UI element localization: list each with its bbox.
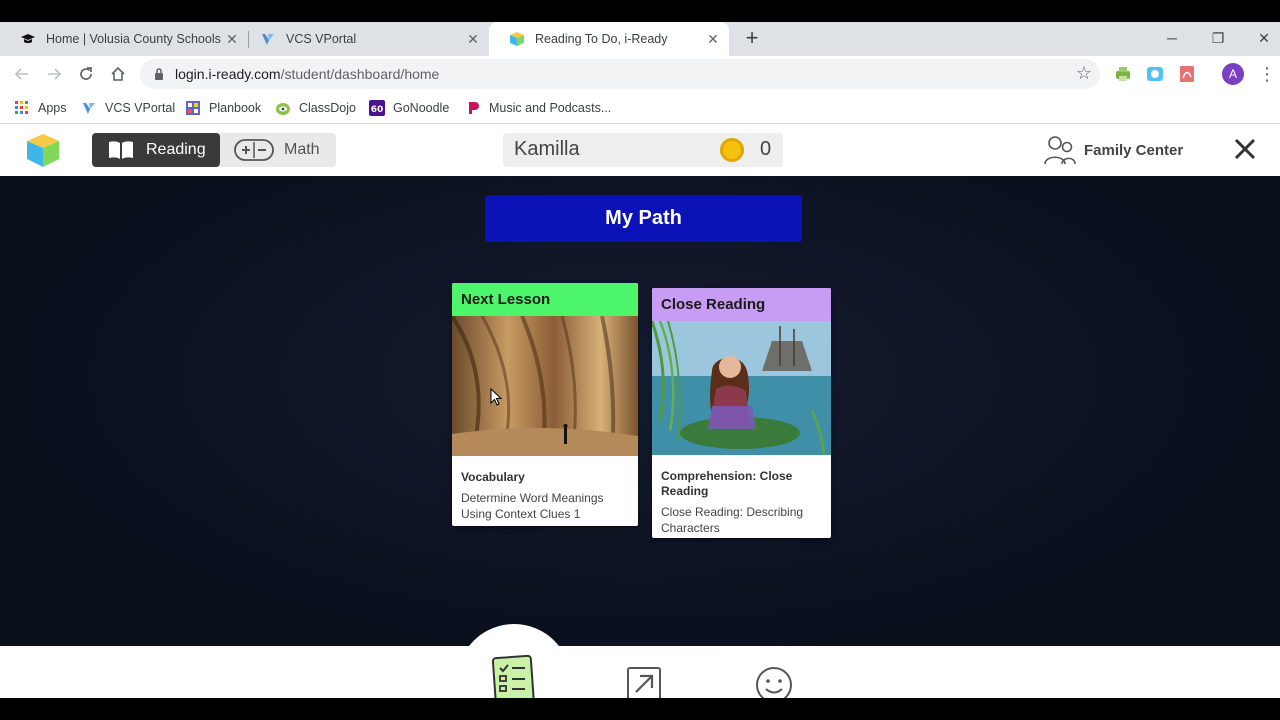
bookmarks-bar: Apps VCS VPortal Planbook ClassDojo 60 G… — [0, 92, 1280, 124]
math-tab[interactable]: Math — [234, 133, 320, 167]
graduation-cap-icon — [20, 31, 36, 47]
letterbox-bottom — [0, 698, 1280, 720]
tab-title: VCS VPortal — [286, 32, 357, 46]
bookmark-label: ClassDojo — [299, 101, 356, 115]
close-window-button[interactable]: ✕ — [1241, 24, 1280, 52]
coin-icon — [720, 138, 744, 162]
math-label: Math — [284, 141, 320, 158]
svg-text:60: 60 — [371, 105, 384, 115]
tab-volusia[interactable]: Home | Volusia County Schools ✕ — [0, 22, 248, 56]
iready-header: Reading Math Kamilla 0 Family Center — [0, 124, 1280, 176]
card-header: Close Reading — [652, 288, 831, 321]
gonoodle-icon: 60 — [369, 100, 385, 116]
next-lesson-card[interactable]: Next Lesson Vocabulary Determine Word Me… — [452, 283, 638, 526]
subject-toggle: Reading Math — [92, 133, 336, 167]
tab-title: Home | Volusia County Schools — [46, 32, 221, 46]
plus-minus-icon — [234, 139, 274, 161]
address-bar[interactable]: login.i-ready.com/student/dashboard/home… — [140, 59, 1100, 89]
mouse-cursor-icon — [490, 388, 502, 406]
back-button[interactable] — [10, 62, 34, 86]
iready-logo-icon[interactable] — [26, 132, 60, 168]
chrome-menu-icon[interactable]: ⋮ — [1258, 64, 1276, 84]
lesson-type: Vocabulary — [461, 470, 525, 484]
browser-tab-bar: Home | Volusia County Schools ✕ VCS VPor… — [0, 22, 1280, 56]
close-tab-icon[interactable]: ✕ — [224, 31, 240, 47]
bookmark-classdojo[interactable]: ClassDojo — [275, 98, 356, 118]
close-tab-icon[interactable]: ✕ — [465, 31, 481, 47]
extension-printer-icon[interactable] — [1113, 64, 1133, 84]
girl-reading-image — [652, 320, 831, 456]
letterbox-top — [0, 0, 1280, 22]
url-text: login.i-ready.com/student/dashboard/home — [175, 66, 439, 82]
extension-screencast-icon[interactable] — [1145, 64, 1165, 84]
student-info: Kamilla 0 — [503, 133, 783, 167]
family-center-button[interactable]: Family Center — [1044, 133, 1183, 167]
iready-cube-icon — [509, 31, 525, 47]
new-tab-button[interactable]: + — [740, 27, 764, 51]
coin-count: 0 — [760, 138, 772, 160]
lock-icon — [155, 68, 163, 80]
family-center-label: Family Center — [1084, 141, 1184, 159]
bookmark-music-podcasts[interactable]: Music and Podcasts... — [465, 98, 611, 118]
bookmark-label: GoNoodle — [393, 101, 450, 115]
bookmark-star-icon[interactable]: ☆ — [1076, 63, 1092, 84]
bookmark-label: Planbook — [209, 101, 262, 115]
bookmark-label: Apps — [38, 101, 67, 115]
bookmark-planbook[interactable]: Planbook — [185, 98, 261, 118]
bookmark-label: Music and Podcasts... — [489, 101, 612, 115]
close-icon[interactable] — [1232, 136, 1258, 162]
vportal-icon — [81, 100, 97, 116]
smiley-icon[interactable] — [755, 666, 793, 698]
close-reading-card[interactable]: Close Reading Comprehension: Close Readi… — [652, 288, 831, 538]
reading-tab[interactable]: Reading — [92, 133, 220, 167]
url-path: /student/dashboard/home — [280, 66, 440, 82]
my-path-button[interactable]: My Path — [485, 195, 802, 242]
home-button[interactable] — [106, 62, 130, 86]
student-name: Kamilla — [514, 138, 580, 160]
external-link-icon[interactable] — [626, 666, 662, 698]
lesson-description: Determine Word Meanings Using Context Cl… — [461, 491, 604, 521]
bottom-nav — [0, 646, 1280, 698]
checklist-icon[interactable] — [491, 654, 535, 698]
tab-vportal[interactable]: VCS VPortal ✕ — [240, 22, 489, 56]
tab-iready[interactable]: Reading To Do, i-Ready ✕ — [489, 22, 729, 56]
pandora-icon — [465, 100, 481, 116]
minimize-button[interactable]: ─ — [1149, 24, 1195, 52]
reading-label: Reading — [146, 141, 206, 158]
card-body: Comprehension: Close Reading Close Readi… — [652, 460, 831, 536]
card-header: Next Lesson — [452, 283, 638, 316]
lesson-type: Comprehension: Close Reading — [661, 469, 793, 498]
close-tab-icon[interactable]: ✕ — [705, 31, 721, 47]
browser-toolbar: login.i-ready.com/student/dashboard/home… — [0, 56, 1280, 92]
bookmark-apps[interactable]: Apps — [14, 98, 67, 118]
bookmark-label: VCS VPortal — [105, 101, 176, 115]
book-icon — [109, 141, 133, 159]
apps-grid-icon — [14, 100, 30, 116]
tab-title: Reading To Do, i-Ready — [535, 32, 668, 46]
extension-pdf-icon[interactable] — [1177, 64, 1197, 84]
bookmark-vportal[interactable]: VCS VPortal — [81, 98, 175, 118]
bookmark-gonoodle[interactable]: 60 GoNoodle — [369, 98, 449, 118]
reload-button[interactable] — [74, 62, 98, 86]
space-background: My Path Next Lesson Vocabulary Determine… — [0, 176, 1280, 646]
classdojo-icon — [275, 100, 291, 116]
card-body: Vocabulary Determine Word Meanings Using… — [452, 461, 638, 522]
profile-avatar[interactable]: A — [1222, 63, 1244, 85]
forward-button[interactable] — [42, 62, 66, 86]
lesson-description: Close Reading: Describing Characters — [661, 505, 804, 535]
family-people-icon — [1044, 136, 1076, 165]
planbook-icon — [185, 100, 201, 116]
url-host: login.i-ready.com — [175, 66, 281, 82]
restore-button[interactable]: ❐ — [1195, 24, 1241, 52]
wave-rock-image — [452, 314, 638, 457]
vportal-icon — [260, 31, 276, 47]
